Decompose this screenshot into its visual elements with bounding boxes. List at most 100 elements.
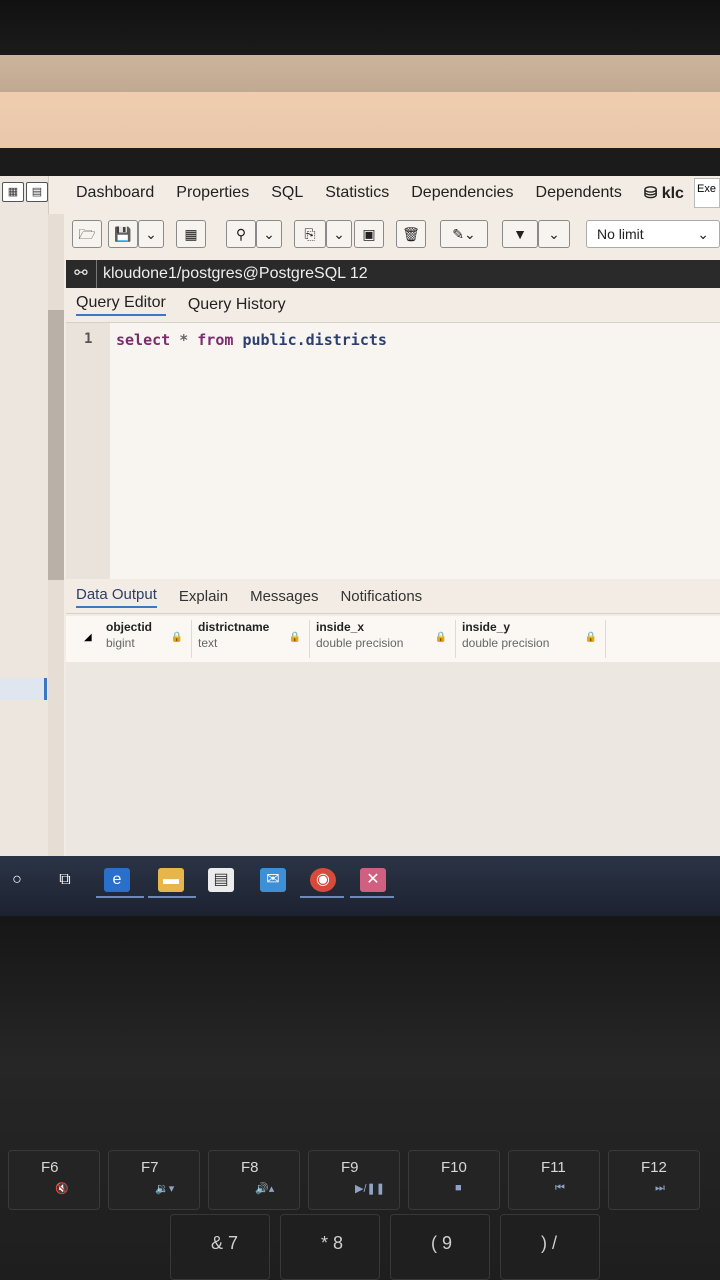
key-f10[interactable]: F10 ■ — [408, 1150, 500, 1210]
cortana-search-icon[interactable]: ○ — [4, 868, 30, 892]
tab-query-tool[interactable]: ⛁ klc — [644, 183, 684, 203]
row-limit-value: No limit — [597, 226, 644, 242]
monitor-bezel-top — [0, 0, 720, 60]
chrome-icon[interactable]: ◉ — [310, 868, 336, 892]
key-f6[interactable]: F6 🔇 — [8, 1150, 100, 1210]
key-label: F11 — [541, 1159, 566, 1176]
file-explorer-icon[interactable]: ▬ — [158, 868, 184, 892]
key-f12[interactable]: F12 ⏭ — [608, 1150, 700, 1210]
key-label: F9 — [341, 1159, 359, 1176]
sql-star: * — [179, 331, 189, 349]
lock-icon: 🔒 — [434, 632, 447, 643]
tab-sql[interactable]: SQL — [271, 184, 303, 202]
column-header-objectid[interactable]: objectid bigint 🔒 — [100, 620, 192, 658]
chevron-down-icon: ⌄ — [697, 226, 709, 242]
selection-indicator — [44, 678, 47, 700]
database-icon: ⛁ — [643, 185, 658, 202]
tab-query-history[interactable]: Query History — [188, 296, 286, 314]
function-key-row: F6 🔇 F7 🔉▾ F8 🔊▴ F9 ▶/❚❚ F10 ■ F11 ⏮ F12 ⏭ — [0, 1150, 720, 1220]
play-pause-icon: ▶/❚❚ — [355, 1183, 385, 1195]
lock-icon: 🔒 — [584, 632, 597, 643]
key-f8[interactable]: F8 🔊▴ — [208, 1150, 300, 1210]
connection-icon[interactable]: ⚯ — [66, 260, 97, 288]
tab-data-output[interactable]: Data Output — [76, 586, 157, 608]
object-browser-panel: ▦ ▤ — [0, 176, 49, 856]
tab-query-tool-label: klc — [661, 185, 684, 202]
tab-dependencies[interactable]: Dependencies — [411, 184, 513, 202]
key-label: F6 — [41, 1159, 59, 1176]
sql-keyword-select: select — [116, 331, 171, 349]
result-grid-header: ◢ objectid bigint 🔒 districtname text 🔒 … — [66, 616, 720, 663]
editor-scrollbar-thumb[interactable] — [48, 310, 64, 580]
windows-taskbar: ○ ⧉ e ▬ ▤ ✉ ◉ ✕ — [0, 856, 720, 916]
column-header-districtname[interactable]: districtname text 🔒 — [192, 620, 310, 658]
mute-icon: 🔇 — [55, 1183, 69, 1195]
tab-statistics[interactable]: Statistics — [325, 184, 389, 202]
tab-explain[interactable]: Explain — [179, 588, 228, 605]
tab-dashboard[interactable]: Dashboard — [76, 184, 154, 202]
taskbar-active-indicator — [350, 896, 394, 898]
edit-icon[interactable]: ✎⌄ — [440, 220, 488, 248]
task-view-icon[interactable]: ⧉ — [52, 868, 78, 892]
chevron-down-icon[interactable]: ⌄ — [538, 220, 570, 248]
open-file-icon[interactable]: 🗁 — [72, 220, 102, 248]
header-band — [0, 148, 720, 178]
table-icon[interactable]: ▦ — [176, 220, 206, 248]
row-limit-select[interactable]: No limit ⌄ — [586, 220, 720, 248]
copy-icon[interactable]: ⎘ — [294, 220, 326, 248]
next-track-icon: ⏭ — [655, 1182, 665, 1194]
editor-tabs: Query Editor Query History — [66, 290, 720, 320]
key-f11[interactable]: F11 ⏮ — [508, 1150, 600, 1210]
sql-table-name: public.districts — [242, 331, 387, 349]
tab-notifications[interactable]: Notifications — [340, 588, 422, 605]
chevron-down-icon[interactable]: ⌄ — [326, 220, 352, 248]
column-name: inside_y — [462, 620, 511, 634]
browser-band — [0, 92, 720, 150]
save-icon[interactable]: 💾 — [108, 220, 138, 248]
tab-messages[interactable]: Messages — [250, 588, 318, 605]
edge-browser-icon[interactable]: e — [104, 868, 130, 892]
output-tabs: Data Output Explain Messages Notificatio… — [66, 580, 720, 614]
result-grid-body[interactable] — [66, 662, 720, 856]
tab-query-editor[interactable]: Query Editor — [76, 294, 166, 316]
key-0[interactable]: ) / — [500, 1214, 600, 1280]
sql-code-line[interactable]: select * from public.districts — [116, 331, 387, 349]
taskbar-active-indicator — [96, 896, 144, 898]
key-f9[interactable]: F9 ▶/❚❚ — [308, 1150, 400, 1210]
key-9[interactable]: ( 9 — [390, 1214, 490, 1280]
tab-properties[interactable]: Properties — [176, 184, 249, 202]
delete-icon[interactable]: 🗑 — [396, 220, 426, 248]
sort-indicator-icon[interactable]: ◢ — [84, 632, 92, 643]
chevron-down-icon[interactable]: ⌄ — [138, 220, 164, 248]
selected-tree-row[interactable] — [0, 678, 44, 700]
execute-button[interactable]: Exe — [694, 178, 720, 208]
key-8[interactable]: * 8 — [280, 1214, 380, 1280]
sql-keyword-from: from — [197, 331, 234, 349]
chevron-down-icon[interactable]: ⌄ — [256, 220, 282, 248]
key-f7[interactable]: F7 🔉▾ — [108, 1150, 200, 1210]
number-key-row: & 7 * 8 ( 9 ) / — [0, 1214, 720, 1280]
main-tabs: Dashboard Properties SQL Statistics Depe… — [66, 176, 720, 210]
store-icon[interactable]: ▤ — [208, 868, 234, 892]
sql-editor[interactable]: 1 select * from public.districts — [66, 322, 720, 579]
line-number: 1 — [84, 331, 93, 347]
browser-strip — [0, 55, 720, 95]
mail-icon[interactable]: ✉ — [260, 868, 286, 892]
volume-up-icon: 🔊▴ — [255, 1183, 275, 1195]
key-label: F7 — [141, 1159, 159, 1176]
search-icon[interactable]: ⚲ — [226, 220, 256, 248]
taskbar-active-indicator — [148, 896, 196, 898]
pgadmin-window: ▦ ▤ Dashboard Properties SQL Statistics … — [0, 176, 720, 856]
column-header-inside-x[interactable]: inside_x double precision 🔒 — [310, 620, 456, 658]
table-icon[interactable]: ▦ — [2, 182, 24, 202]
paste-icon[interactable]: ▣ — [354, 220, 384, 248]
xampp-icon[interactable]: ✕ — [360, 868, 386, 892]
filter-icon[interactable]: ▼ — [502, 220, 538, 248]
connection-bar[interactable]: ⚯ kloudone1/postgres@PostgreSQL 12 — [66, 260, 720, 288]
column-header-inside-y[interactable]: inside_y double precision 🔒 — [456, 620, 606, 658]
key-7[interactable]: & 7 — [170, 1214, 270, 1280]
tab-dependents[interactable]: Dependents — [536, 184, 622, 202]
query-toolbar: 🗁 💾 ⌄ ▦ ⚲ ⌄ ⎘ ⌄ ▣ 🗑 ✎⌄ ▼ ⌄ No limit ⌄ — [66, 216, 720, 256]
previous-track-icon: ⏮ — [555, 1182, 565, 1194]
view-icon[interactable]: ▤ — [26, 182, 48, 202]
